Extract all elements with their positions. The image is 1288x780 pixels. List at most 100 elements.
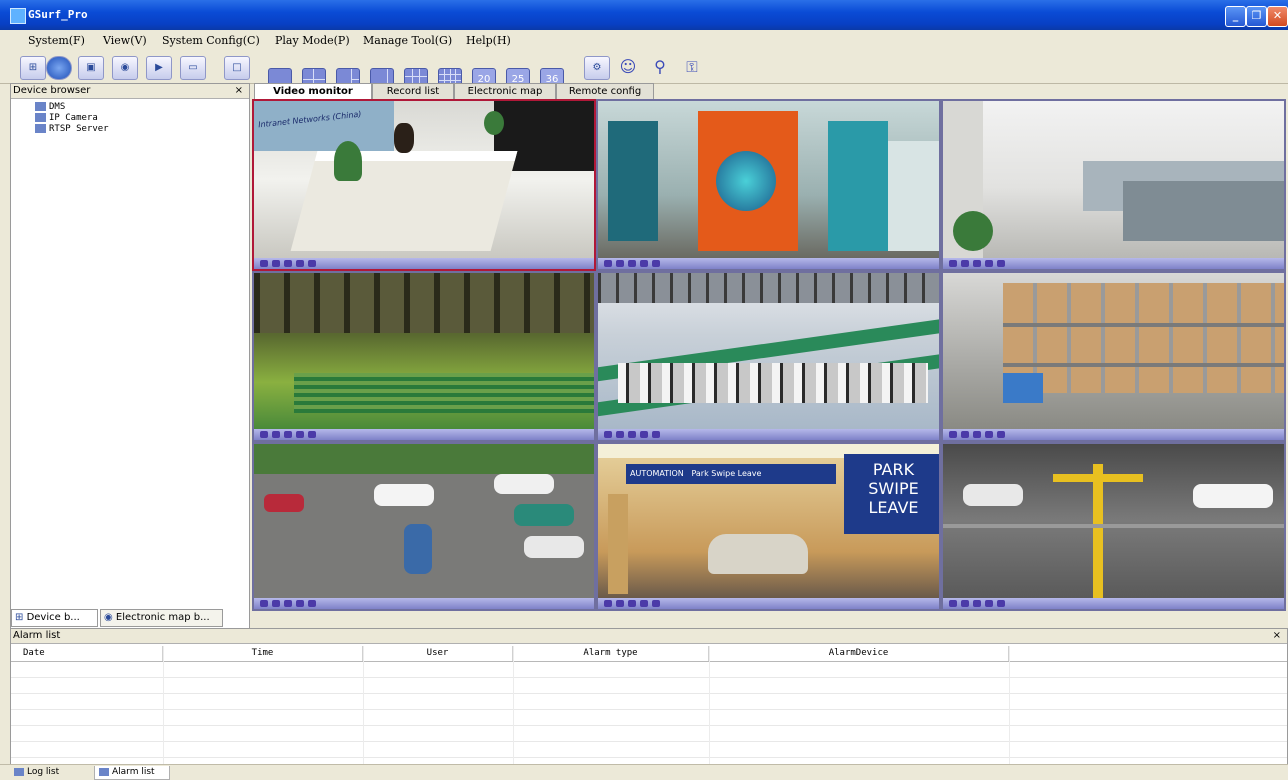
playback-icon[interactable]: ▶ [146, 56, 172, 80]
column-date[interactable]: Date [23, 646, 163, 661]
video-cell-8[interactable]: AUTOMATION Park Swipe Leave PARK SWIPE L… [596, 442, 941, 611]
camera-feed-reception: Intranet Networks (China) [254, 101, 594, 258]
video-cell-4[interactable] [252, 271, 596, 442]
camera-feed-storage [943, 273, 1284, 429]
globe-icon[interactable] [46, 56, 72, 80]
settings-icon[interactable]: ⚙ [584, 56, 610, 80]
menu-system[interactable]: System(F) [28, 34, 85, 47]
tab-device-browser[interactable]: ⊞ Device b... [11, 609, 98, 627]
device-browser-title: Device browser [13, 85, 91, 96]
tab-alarm-list[interactable]: Alarm list [94, 766, 170, 780]
grid-line [1009, 646, 1010, 764]
left-panel-tabs: ⊞ Device b... ◉ Electronic map b... [10, 607, 248, 627]
cell-control-bar [254, 429, 594, 440]
camera-feed-parking-rack [943, 444, 1284, 598]
maximize-button[interactable]: ❐ [1246, 6, 1267, 27]
device-tree-small-icon: ⊞ [15, 612, 27, 623]
main-tabs: Video monitor Record list Electronic map… [252, 83, 1286, 100]
video-cell-2[interactable] [596, 99, 941, 271]
video-cell-6[interactable] [941, 271, 1286, 442]
grid-line [11, 693, 1287, 694]
video-grid: Intranet Networks (China) AUTOMATION Par… [252, 99, 1286, 611]
tab-label: Log list [27, 767, 60, 777]
server-icon [35, 124, 46, 133]
lock-icon[interactable]: ⚿ [680, 56, 704, 78]
tab-label: Device b... [26, 612, 80, 623]
menu-view[interactable]: View(V) [103, 34, 147, 47]
tab-remote-config[interactable]: Remote config [556, 83, 654, 99]
cell-control-bar [943, 429, 1284, 440]
menu-bar: System(F) View(V) System Config(C) Play … [0, 30, 1288, 53]
grid-line [11, 709, 1287, 710]
video-cell-7[interactable] [252, 442, 596, 611]
menu-play-mode[interactable]: Play Mode(P) [275, 34, 350, 47]
tab-record-list[interactable]: Record list [372, 83, 454, 99]
menu-manage-tool[interactable]: Manage Tool(G) [363, 34, 452, 47]
garage-sign-right: Park Swipe Leave [691, 469, 762, 478]
column-time[interactable]: Time [163, 646, 363, 661]
grid-line [163, 646, 164, 764]
tree-item-label: DMS [49, 102, 66, 112]
close-icon[interactable]: × [1273, 629, 1281, 643]
grid-line [11, 677, 1287, 678]
header-divider [11, 661, 1287, 662]
column-alarm-device[interactable]: AlarmDevice [709, 646, 1009, 661]
camera-feed-factory [598, 273, 939, 429]
garage-sign: AUTOMATION Park Swipe Leave [626, 464, 836, 484]
window-title: GSurf_Pro [28, 8, 88, 21]
tab-electronic-map-browser[interactable]: ◉ Electronic map b... [100, 609, 223, 627]
video-cell-3[interactable] [941, 99, 1286, 271]
video-cell-1[interactable]: Intranet Networks (China) [252, 99, 596, 271]
garage-big-sign: PARK SWIPE LEAVE [844, 454, 939, 534]
cell-control-bar [598, 429, 939, 440]
grid-line [513, 646, 514, 764]
camera-icon [35, 113, 46, 122]
tree-item-rtsp-server[interactable]: RTSP Server [35, 124, 109, 134]
menu-system-config[interactable]: System Config(C) [162, 34, 260, 47]
tab-video-monitor[interactable]: Video monitor [254, 83, 372, 100]
globe-small-icon: ◉ [104, 612, 116, 623]
camera-feed-lobby [598, 101, 939, 258]
close-button[interactable]: ✕ [1267, 6, 1288, 27]
cell-control-bar [598, 258, 939, 269]
tab-electronic-map[interactable]: Electronic map [454, 83, 556, 99]
alarm-list-header: Alarm list × [11, 629, 1287, 644]
video-cell-9[interactable] [941, 442, 1286, 611]
cell-control-bar [943, 598, 1284, 609]
garage-big-sign-line: LEAVE [868, 498, 919, 517]
video-cell-5[interactable] [596, 271, 941, 442]
camera-feed-warehouse [254, 273, 594, 429]
alarm-icon [99, 767, 109, 776]
device-browser-header: Device browser × [11, 84, 249, 99]
close-icon[interactable]: × [235, 84, 243, 98]
column-alarm-type[interactable]: Alarm type [513, 646, 709, 661]
garage-big-sign-line: SWIPE [868, 479, 919, 498]
tab-label: Alarm list [112, 767, 155, 777]
search-icon[interactable]: ⚲ [648, 56, 672, 78]
grid-line [363, 646, 364, 764]
cell-control-bar [254, 598, 594, 609]
garage-sign-left: AUTOMATION [630, 469, 684, 478]
grid-line [709, 646, 710, 764]
monitor-icon[interactable]: ▣ [78, 56, 104, 80]
tree-item-label: RTSP Server [49, 124, 109, 134]
column-user[interactable]: User [363, 646, 513, 661]
grid-line [11, 741, 1287, 742]
app-icon [10, 8, 26, 24]
device-browser-panel: Device browser × DMS IP Camera RTSP Serv… [10, 83, 250, 630]
tree-item-label: IP Camera [49, 113, 98, 123]
menu-help[interactable]: Help(H) [466, 34, 511, 47]
minimize-button[interactable]: _ [1225, 6, 1246, 27]
user-icon[interactable]: ☺ [616, 56, 640, 78]
bottom-tabs: Log list Alarm list [0, 764, 1288, 780]
camera-record-icon[interactable]: ◉ [112, 56, 138, 80]
grid-line [11, 725, 1287, 726]
tree-item-ip-camera[interactable]: IP Camera [35, 113, 98, 123]
toolbar: ⊞ ▣ ◉ ▶ ▭ □ 20 25 36 ⚙ ☺ ⚲ ⚿ [0, 52, 1288, 582]
camera-feed-parking-lot [254, 444, 594, 598]
tree-item-dms[interactable]: DMS [35, 102, 65, 112]
device-tree-icon[interactable]: ⊞ [20, 56, 46, 80]
tab-log-list[interactable]: Log list [14, 766, 59, 779]
window-icon[interactable]: ▭ [180, 56, 206, 80]
fullscreen-icon[interactable]: □ [224, 56, 250, 80]
